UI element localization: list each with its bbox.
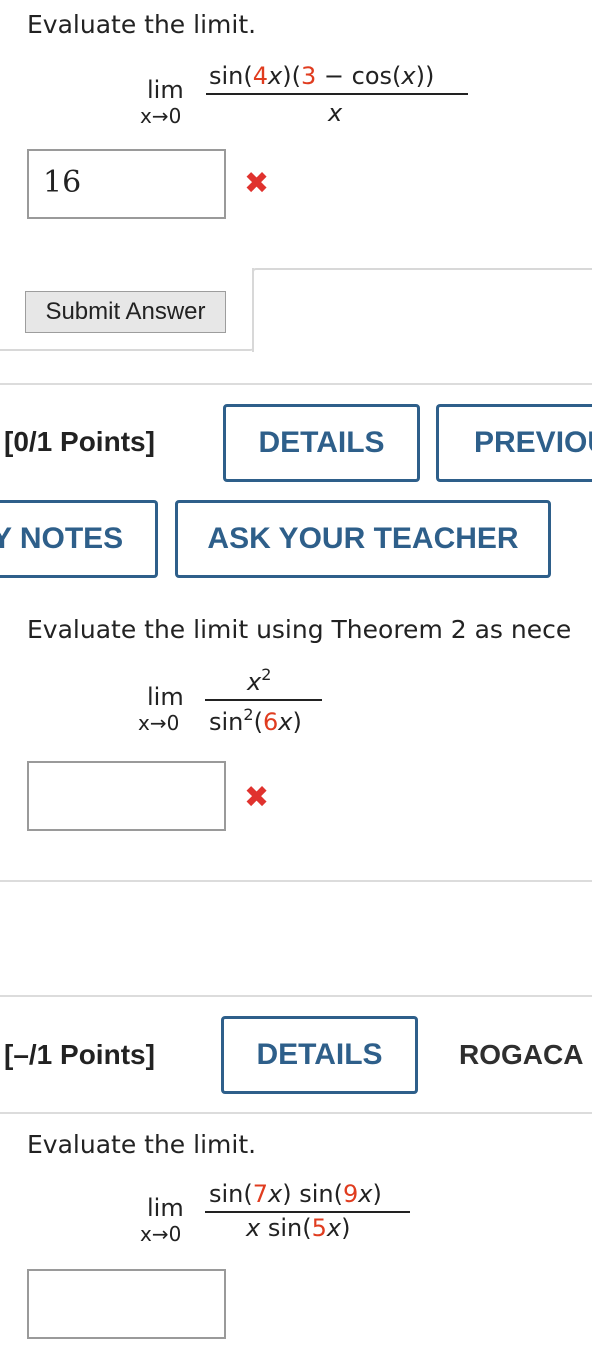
question-prompt: Evaluate the limit using Theorem 2 as ne… (27, 615, 572, 644)
fraction-denominator: sin2(6x) (209, 705, 302, 737)
details-button[interactable]: DETAILS (221, 1016, 418, 1094)
answer-input[interactable] (27, 1269, 226, 1339)
fraction-numerator: sin(7x) sin(9x) (209, 1180, 382, 1208)
lim-subscript: x→0 (138, 711, 180, 735)
my-notes-label: NOTES (19, 522, 124, 555)
submit-card-corner (252, 268, 254, 352)
lim-subscript: x→0 (140, 1222, 182, 1246)
submit-answer-button[interactable]: Submit Answer (25, 291, 226, 333)
submit-card-edge-right (252, 268, 592, 352)
section-divider (0, 880, 592, 882)
fraction-bar (205, 1211, 410, 1213)
previous-answers-button[interactable]: PREVIOU (436, 404, 592, 482)
details-button[interactable]: DETAILS (223, 404, 420, 482)
my-notes-button[interactable]: Y NOTES (0, 500, 158, 578)
fraction-numerator: x2 (247, 665, 272, 697)
fraction-denominator: x (328, 99, 343, 127)
section-divider (0, 383, 592, 385)
answer-input[interactable] (27, 761, 226, 831)
section-divider (0, 995, 592, 997)
lim-label: lim (147, 1194, 184, 1222)
fraction-bar (205, 699, 322, 701)
source-label: ROGACA (459, 1039, 584, 1070)
fraction-denominator: x sin(5x) (246, 1214, 351, 1242)
ask-your-teacher-button[interactable]: ASK YOUR TEACHER (175, 500, 551, 578)
section-divider (0, 1112, 592, 1114)
incorrect-icon: ✖ (244, 780, 270, 815)
points-label: [0/1 Points] (4, 426, 155, 457)
points-label: [–/1 Points] (4, 1039, 155, 1070)
lim-label: lim (147, 683, 184, 711)
question-prompt: Evaluate the limit. (27, 1130, 257, 1159)
